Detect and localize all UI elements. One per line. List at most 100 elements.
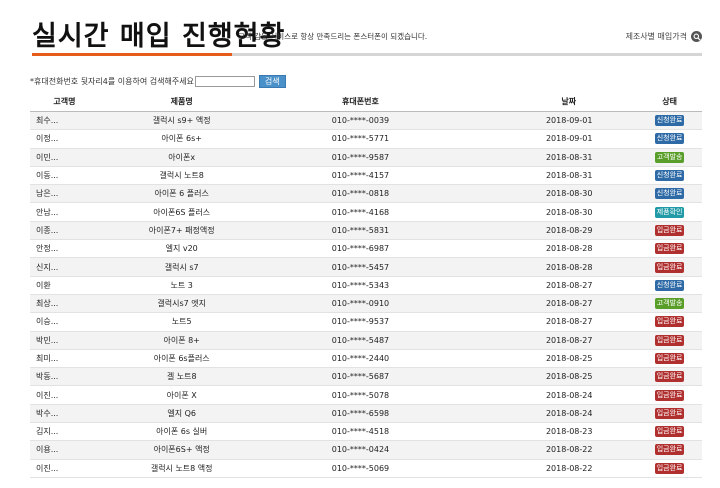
table-row: 박동... 겔 노트8 010-****-5687 2018-08-25 입금완료 [30, 367, 702, 387]
product-name: 노트5 [93, 312, 270, 332]
status-badge: 입금완료 [654, 444, 685, 456]
phone-number: 010-****-4157 [269, 166, 452, 186]
date-cell: 2018-09-01 [451, 111, 638, 131]
purchase-status-table: 고객명 제품명 휴대폰번호 날짜 상태 최수... 갤럭시 s9+ 액정 010-*… [30, 92, 702, 478]
table-row: 남은... 아이폰 6 플러스 010-****-0818 2018-08-30 신청완… [30, 184, 702, 204]
date-cell: 2018-08-27 [451, 276, 638, 295]
phone-number: 010-****-5687 [269, 367, 452, 387]
product-name: 엘지 v20 [93, 239, 270, 259]
customer-name: 이동... [30, 166, 94, 186]
status-badge: 입금완료 [654, 316, 685, 328]
customer-name: 이진... [30, 459, 94, 478]
product-name: 갤럭시 s9+ 액정 [93, 111, 270, 131]
date-cell: 2018-08-22 [451, 459, 638, 478]
product-name: 갤럭시 노트8 [93, 166, 270, 186]
customer-name: 최미... [30, 349, 94, 369]
status-cell: 입금완료 [637, 422, 702, 442]
customer-name: 신지... [30, 257, 94, 277]
status-cell: 입금완료 [637, 385, 702, 405]
customer-name: 이용... [30, 440, 94, 460]
manufacturer-price-link[interactable]: 제조사별 매입가격 [626, 31, 702, 42]
table-row: 안남... 아이폰6S 플러스 010-****-4168 2018-08-30 제품확… [30, 202, 702, 222]
table-row: 이종... 아이폰7+ 패정액정 010-****-5831 2018-08-29 입금… [30, 221, 702, 241]
status-cell: 신청완료 [637, 276, 702, 295]
product-name: 아이폰 X [93, 385, 270, 405]
status-cell: 입금완료 [637, 459, 702, 478]
status-badge: 제품확인 [654, 206, 685, 218]
status-cell: 신청완료 [637, 111, 702, 131]
search-button[interactable]: 검색 [258, 75, 286, 88]
status-cell: 입금완료 [637, 331, 702, 350]
status-cell: 입금완료 [637, 367, 702, 387]
status-cell: 입금완료 [637, 440, 702, 460]
phone-number: 010-****-6598 [269, 404, 452, 424]
product-name: 아이폰 6 플러스 [93, 184, 270, 204]
status-badge: 입금완료 [654, 224, 685, 236]
customer-name: 이정... [30, 129, 94, 149]
status-badge: 입금완료 [654, 407, 685, 419]
status-cell: 신청완료 [637, 184, 702, 204]
phone-number: 010-****-9587 [269, 148, 452, 167]
table-row: 이진... 갤럭시 노트8 액정 010-****-5069 2018-08-22 입금… [30, 459, 702, 478]
date-cell: 2018-08-24 [451, 385, 638, 405]
product-name: 아이폰 6s+ [93, 129, 270, 149]
manufacturer-price-link-label: 제조사별 매입가격 [625, 32, 687, 41]
phone-number: 010-****-2440 [269, 349, 452, 369]
phone-number: 010-****-4168 [269, 202, 452, 222]
customer-name: 남은... [30, 184, 94, 204]
phone-number: 010-****-5831 [269, 221, 452, 241]
status-badge: 입금완료 [654, 353, 685, 364]
date-cell: 2018-08-22 [451, 440, 638, 460]
status-cell: 고객발송 [637, 148, 702, 167]
table-row: 이민... 아이폰x 010-****-9587 2018-08-31 고객발송 [30, 148, 702, 167]
product-name: 엘지 Q6 [93, 404, 270, 424]
status-cell: 신청완료 [637, 129, 702, 149]
date-cell: 2018-08-25 [451, 367, 638, 387]
header-date: 날짜 [451, 92, 638, 112]
status-badge: 입금완료 [654, 462, 685, 474]
table-row: 신지... 갤럭시 s7 010-****-5457 2018-08-28 입금완료 [30, 257, 702, 277]
phone-number: 010-****-0424 [269, 440, 452, 460]
product-name: 갤럭시s7 엣지 [93, 294, 270, 314]
date-cell: 2018-08-27 [451, 312, 638, 332]
table-row: 이환 노트 3 010-****-5343 2018-08-27 신청완료 [30, 276, 702, 295]
table-row: 최수... 갤럭시 s9+ 액정 010-****-0039 2018-09-01 신청… [30, 111, 702, 131]
product-name: 갤럭시 노트8 액정 [93, 459, 270, 478]
customer-name: 박수... [30, 404, 94, 424]
customer-name: 최상... [30, 294, 94, 314]
date-cell: 2018-08-29 [451, 221, 638, 241]
status-badge: 입금완료 [654, 389, 685, 401]
status-cell: 고객발송 [637, 294, 702, 314]
table-row: 이동... 갤럭시 노트8 010-****-4157 2018-08-31 신청완료 [30, 166, 702, 186]
date-cell: 2018-08-27 [451, 294, 638, 314]
phone-search-input[interactable] [194, 76, 255, 87]
status-cell: 입금완료 [637, 239, 702, 259]
customer-name: 안정... [30, 239, 94, 259]
product-name: 아이폰 8+ [93, 331, 270, 350]
customer-name: 김지... [30, 422, 94, 442]
product-name: 겔 노트8 [93, 367, 270, 387]
product-name: 노트 3 [93, 276, 270, 295]
status-cell: 입금완료 [637, 221, 702, 241]
phone-number: 010-****-5343 [269, 276, 452, 295]
customer-name: 최수... [30, 111, 94, 131]
table-row: 최상... 갤럭시s7 엣지 010-****-0910 2018-08-27 고객발송 [30, 294, 702, 314]
customer-name: 이환 [30, 276, 94, 295]
date-cell: 2018-08-24 [451, 404, 638, 424]
date-cell: 2018-08-28 [451, 257, 638, 277]
product-name: 아이폰6S 플러스 [93, 202, 270, 222]
customer-name: 이진... [30, 385, 94, 405]
phone-number: 010-****-5771 [269, 129, 452, 149]
customer-name: 이승... [30, 312, 94, 332]
table-row: 이정... 아이폰 6s+ 010-****-5771 2018-09-01 신청완료 [30, 129, 702, 149]
phone-number: 010-****-5457 [269, 257, 452, 277]
status-badge: 입금완료 [654, 371, 685, 383]
table-row: 박수... 엘지 Q6 010-****-6598 2018-08-24 입금완료 [30, 404, 702, 424]
status-badge: 입금완료 [654, 243, 685, 255]
phone-number: 010-****-5078 [269, 385, 452, 405]
search-label: *휴대전화번호 뒷자리4를 이용하여 검색해주세요 [30, 77, 194, 86]
phone-number: 010-****-5069 [269, 459, 452, 478]
table-row: 이진... 아이폰 X 010-****-5078 2018-08-24 입금완료 [30, 385, 702, 405]
status-badge: 입금완료 [654, 426, 685, 438]
table-header-row: 고객명 제품명 휴대폰번호 날짜 상태 [30, 92, 702, 112]
